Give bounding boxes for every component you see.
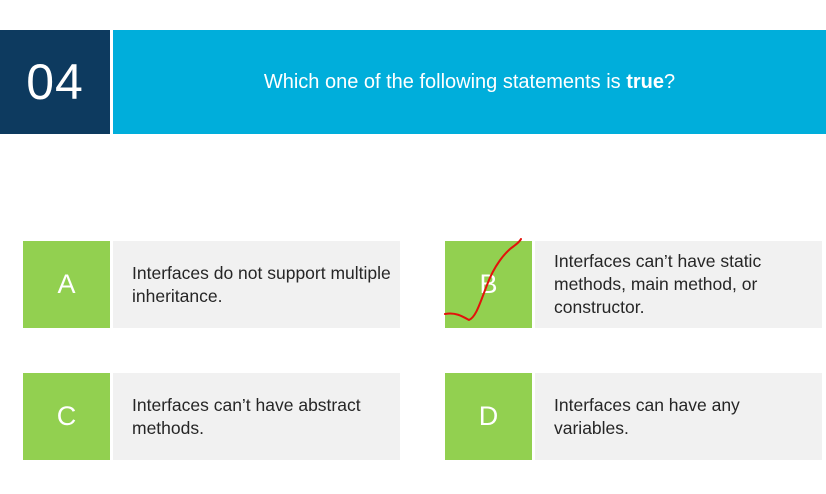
option-c-text[interactable]: Interfaces can’t have abstract methods. — [113, 373, 400, 460]
question-keyword: true — [626, 70, 665, 93]
question-text: Which one of the following statements is… — [263, 70, 676, 93]
option-b-letter[interactable]: B — [445, 241, 532, 328]
question-number: 04 — [0, 30, 110, 134]
option-a-text[interactable]: Interfaces do not support multiple inher… — [113, 241, 400, 328]
question-bar: Which one of the following statements is… — [113, 30, 826, 134]
option-b-text[interactable]: Interfaces can’t have static methods, ma… — [535, 241, 822, 328]
option-d-letter[interactable]: D — [445, 373, 532, 460]
option-d-text[interactable]: Interfaces can have any variables. — [535, 373, 822, 460]
option-c-letter[interactable]: C — [23, 373, 110, 460]
option-a-letter[interactable]: A — [23, 241, 110, 328]
